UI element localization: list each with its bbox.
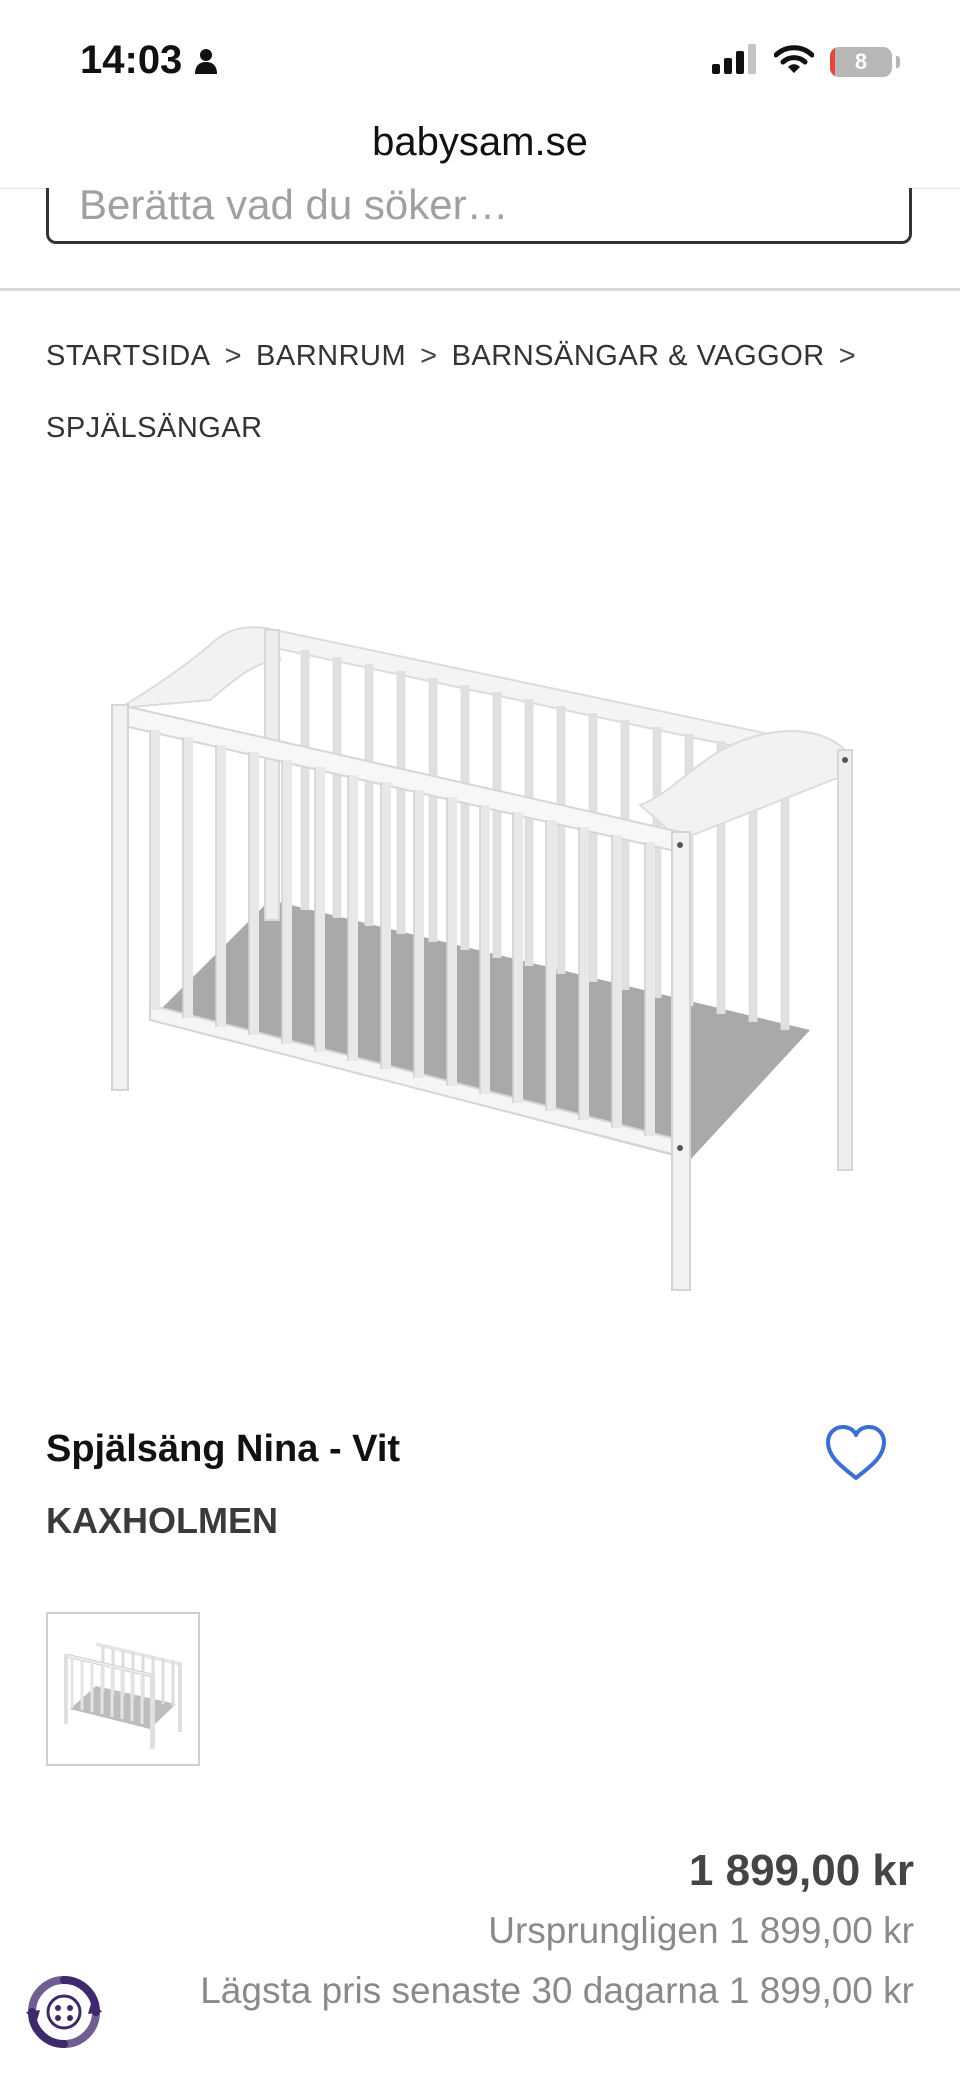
- signal-icon: [712, 44, 758, 79]
- heart-icon: [826, 1425, 886, 1480]
- breadcrumb-item-barnrum[interactable]: BARNRUM: [256, 340, 406, 372]
- battery-fill: [830, 46, 835, 77]
- breadcrumb-item-barnsangar[interactable]: BARNSÄNGAR & VAGGOR: [452, 340, 825, 372]
- breadcrumb-separator: >: [420, 340, 438, 372]
- browser-url-bar[interactable]: babysam.se: [0, 112, 960, 189]
- lowest-price-30-days: Lägsta pris senaste 30 dagarna 1 899,00 …: [200, 1970, 914, 2011]
- battery-tip: [896, 55, 900, 68]
- wifi-icon: [773, 44, 815, 79]
- breadcrumb-item-spjalsangar[interactable]: SPJÄLSÄNGAR: [46, 412, 263, 444]
- breadcrumb-separator: >: [838, 340, 857, 372]
- product-title: Spjälsäng Nina - Vit: [46, 1428, 401, 1470]
- status-time-wrap: 14:03: [80, 38, 218, 83]
- status-bar: 14:03 8: [0, 0, 960, 116]
- original-price: Ursprungligen 1 899,00 kr: [488, 1910, 914, 1951]
- chat-widget-icon: [24, 1972, 104, 2052]
- product-thumbnail[interactable]: [46, 1612, 200, 1766]
- favorite-button[interactable]: [822, 1420, 890, 1488]
- breadcrumb: STARTSIDA > BARNRUM > BARNSÄNGAR & VAGGOR > SP…: [46, 320, 926, 464]
- thumbnail-crib-image: [64, 1642, 182, 1749]
- status-indicators: 8: [712, 44, 900, 79]
- product-image[interactable]: [40, 600, 910, 1300]
- product-price: 1 899,00 kr: [688, 1846, 914, 1895]
- breadcrumb-separator: >: [224, 340, 243, 372]
- browser-url[interactable]: babysam.se: [372, 120, 588, 164]
- breadcrumb-item-startsida[interactable]: STARTSIDA: [46, 340, 211, 372]
- product-brand[interactable]: KAXHOLMEN: [46, 1500, 278, 1542]
- battery-level: 8: [854, 48, 868, 74]
- chat-widget-button[interactable]: [22, 1970, 106, 2054]
- status-time: 14:03: [80, 38, 183, 82]
- person-icon: [194, 47, 218, 75]
- crib-illustration: [111, 626, 853, 1291]
- search-area: [0, 188, 960, 291]
- search-input[interactable]: [46, 188, 912, 244]
- battery-icon: 8: [830, 46, 892, 77]
